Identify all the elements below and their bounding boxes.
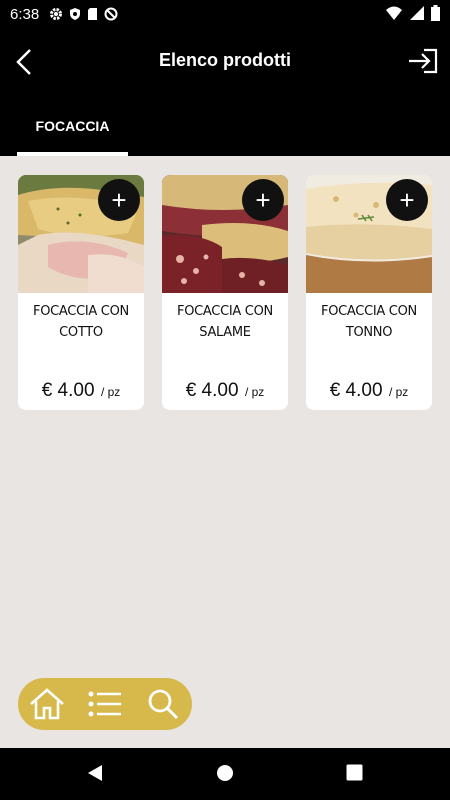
square-recents-icon — [346, 764, 363, 781]
sd-card-icon — [88, 8, 98, 20]
battery-icon — [431, 5, 440, 21]
shield-icon — [70, 8, 81, 20]
signal-icon — [410, 6, 424, 20]
tab-label: FOCACCIA — [35, 118, 110, 134]
product-card-tonno[interactable]: + FOCACCIA CON TONNO € 4.00 / pz — [306, 175, 432, 410]
price-unit: / pz — [388, 385, 409, 399]
logout-icon — [409, 48, 438, 74]
no-sync-icon — [104, 7, 118, 21]
product-price: € 4.00 / pz — [306, 380, 432, 402]
product-card-salame[interactable]: + FOCACCIA CON SALAME € 4.00 / pz — [162, 175, 288, 410]
product-price: € 4.00 / pz — [162, 380, 288, 402]
add-to-cart-button[interactable]: + — [386, 179, 428, 221]
nav-home-button[interactable] — [216, 764, 234, 787]
price-unit: / pz — [100, 385, 121, 399]
triangle-back-icon — [88, 765, 102, 781]
status-bar: 6:38 — [0, 0, 450, 28]
settings-icon — [50, 8, 63, 20]
list-icon — [88, 691, 121, 717]
app-bar: Elenco prodotti — [0, 28, 450, 96]
product-card-cotto[interactable]: + FOCACCIA CON COTTO € 4.00 / pz — [18, 175, 144, 410]
nav-recents-button[interactable] — [346, 764, 363, 786]
system-nav-bar — [0, 748, 450, 800]
search-icon — [148, 689, 179, 720]
page-title: Elenco prodotti — [159, 50, 291, 70]
price-amount: € 4.00 — [185, 380, 239, 401]
add-to-cart-button[interactable]: + — [98, 179, 140, 221]
wifi-icon — [386, 6, 402, 20]
category-tabs: FOCACCIA — [0, 96, 450, 156]
logout-button[interactable] — [408, 48, 438, 79]
product-name: FOCACCIA CON SALAME — [177, 304, 273, 340]
price-unit: / pz — [244, 385, 265, 399]
tab-focaccia[interactable]: FOCACCIA — [17, 96, 128, 156]
search-button[interactable] — [143, 684, 183, 724]
add-to-cart-button[interactable]: + — [242, 179, 284, 221]
product-name: FOCACCIA CON COTTO — [33, 304, 129, 340]
nav-back-button[interactable] — [86, 764, 104, 787]
circle-home-icon — [217, 765, 233, 781]
product-price: € 4.00 / pz — [18, 380, 144, 402]
home-icon — [30, 688, 64, 720]
status-time: 6:38 — [10, 5, 40, 23]
tab-indicator — [17, 152, 128, 156]
product-name: FOCACCIA CON TONNO — [321, 304, 417, 340]
price-amount: € 4.00 — [41, 380, 95, 401]
price-amount: € 4.00 — [329, 380, 383, 401]
home-button[interactable] — [27, 684, 67, 724]
bottom-nav — [18, 678, 192, 730]
list-button[interactable] — [85, 684, 125, 724]
